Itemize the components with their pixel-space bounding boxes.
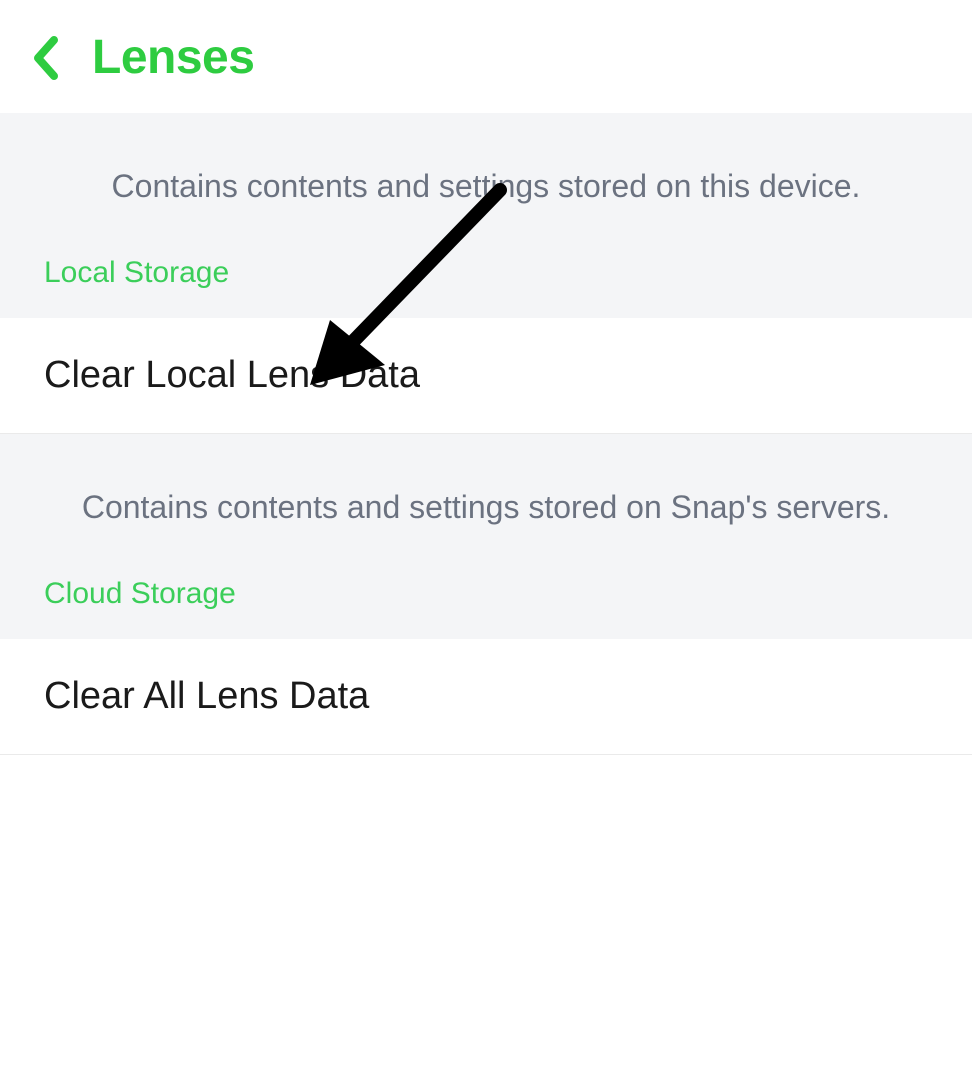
local-storage-description: Contains contents and settings stored on…: [44, 165, 928, 208]
cloud-storage-label: Cloud Storage: [44, 577, 928, 611]
clear-all-lens-data-label: Clear All Lens Data: [44, 675, 928, 718]
header: Lenses: [0, 0, 972, 113]
local-storage-section-header: Contains contents and settings stored on…: [0, 113, 972, 318]
page-title: Lenses: [92, 30, 254, 85]
clear-all-lens-data-item[interactable]: Clear All Lens Data: [0, 639, 972, 755]
clear-local-lens-data-item[interactable]: Clear Local Lens Data: [0, 318, 972, 434]
back-chevron-icon[interactable]: [32, 36, 60, 80]
clear-local-lens-data-label: Clear Local Lens Data: [44, 354, 928, 397]
cloud-storage-section-header: Contains contents and settings stored on…: [0, 434, 972, 639]
cloud-storage-description: Contains contents and settings stored on…: [44, 486, 928, 529]
local-storage-label: Local Storage: [44, 256, 928, 290]
